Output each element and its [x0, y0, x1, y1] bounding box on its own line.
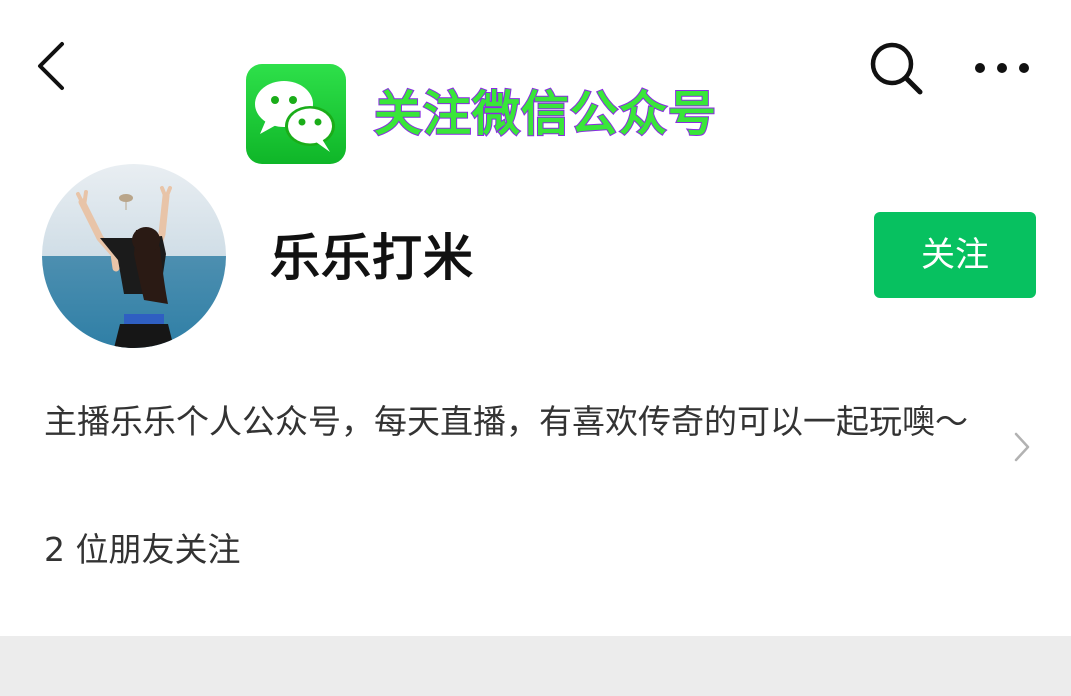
account-name: 乐乐打米 — [270, 229, 474, 287]
chevron-left-icon — [38, 42, 64, 90]
section-divider — [0, 636, 1071, 696]
friends-following: 2 位朋友关注 — [44, 530, 241, 569]
account-description[interactable]: 主播乐乐个人公众号，每天直播，有喜欢传奇的可以一起玩噢～ — [44, 394, 994, 450]
more-horizontal-icon — [975, 63, 1029, 73]
avatar[interactable] — [42, 164, 226, 348]
back-button[interactable] — [26, 34, 76, 98]
more-button[interactable] — [966, 40, 1038, 96]
search-button[interactable] — [862, 34, 930, 102]
follow-button[interactable]: 关注 — [874, 212, 1036, 298]
wechat-icon — [246, 64, 346, 164]
public-account-profile-page: 关注微信公众号 乐乐打米 关注 主播乐乐个人公众号，每天直播，有喜欢传奇的可以一… — [0, 0, 1071, 696]
search-icon — [870, 42, 923, 95]
chevron-right-icon[interactable] — [1010, 430, 1034, 464]
promo-text: 关注微信公众号 — [373, 86, 718, 142]
promo-banner: 关注微信公众号 — [246, 64, 717, 164]
